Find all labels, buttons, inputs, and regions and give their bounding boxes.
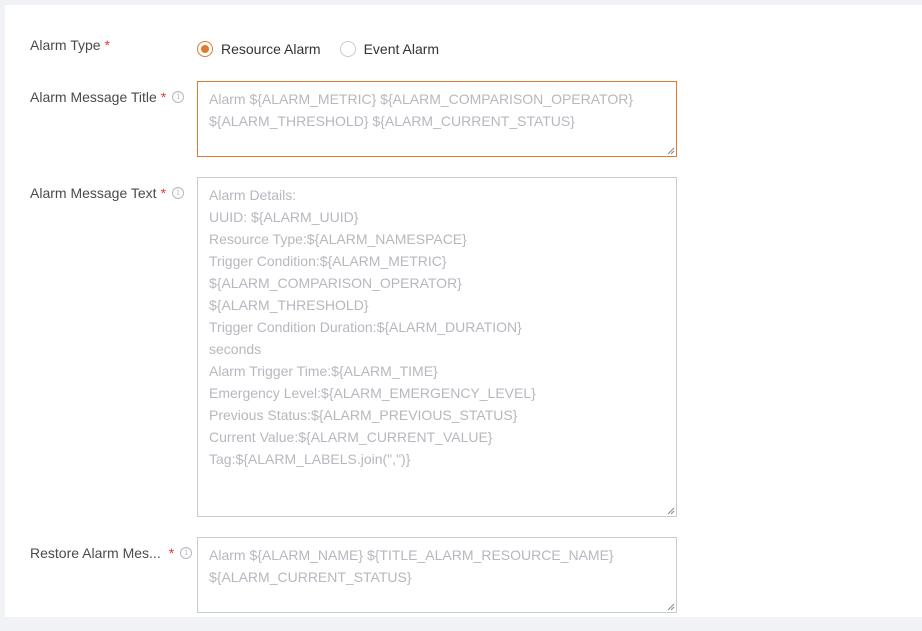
restore-message-textarea[interactable] [198,538,676,612]
restore-message-label-text: Restore Alarm Mes... [30,545,161,561]
required-mark: * [160,185,167,201]
resize-handle-icon[interactable] [666,146,675,155]
required-mark: * [168,545,175,561]
message-title-textarea[interactable] [198,82,676,156]
message-text-label-text: Alarm Message Text [30,185,157,201]
alarm-type-label-text: Alarm Type [30,37,101,53]
radio-unchecked-icon[interactable] [339,41,356,57]
info-icon[interactable]: i [180,547,193,559]
required-mark: * [104,37,110,53]
radio-event-alarm[interactable]: Event Alarm [339,41,440,57]
radio-checked-icon[interactable] [197,41,213,57]
message-title-field-wrap [197,81,677,157]
radio-event-alarm-label: Event Alarm [363,41,440,57]
message-text-textarea[interactable] [198,178,676,516]
form-panel: Alarm Type * Resource Alarm Event Alarm … [5,5,922,617]
radio-resource-alarm-label: Resource Alarm [221,41,321,57]
resize-handle-icon[interactable] [666,602,675,611]
info-icon[interactable]: i [172,187,185,199]
message-text-field-wrap [197,177,677,517]
message-title-label: Alarm Message Title * i [30,89,185,105]
message-text-label: Alarm Message Text * i [30,185,185,201]
required-mark: * [160,89,167,105]
alarm-type-radio-group: Resource Alarm Event Alarm [197,41,439,57]
restore-message-label: Restore Alarm Mes... * i [30,545,193,561]
restore-message-field-wrap [197,537,677,613]
alarm-type-label: Alarm Type * [30,37,110,53]
message-title-label-text: Alarm Message Title [30,89,157,105]
info-icon[interactable]: i [172,91,185,103]
radio-resource-alarm[interactable]: Resource Alarm [197,41,321,57]
resize-handle-icon[interactable] [666,506,675,515]
